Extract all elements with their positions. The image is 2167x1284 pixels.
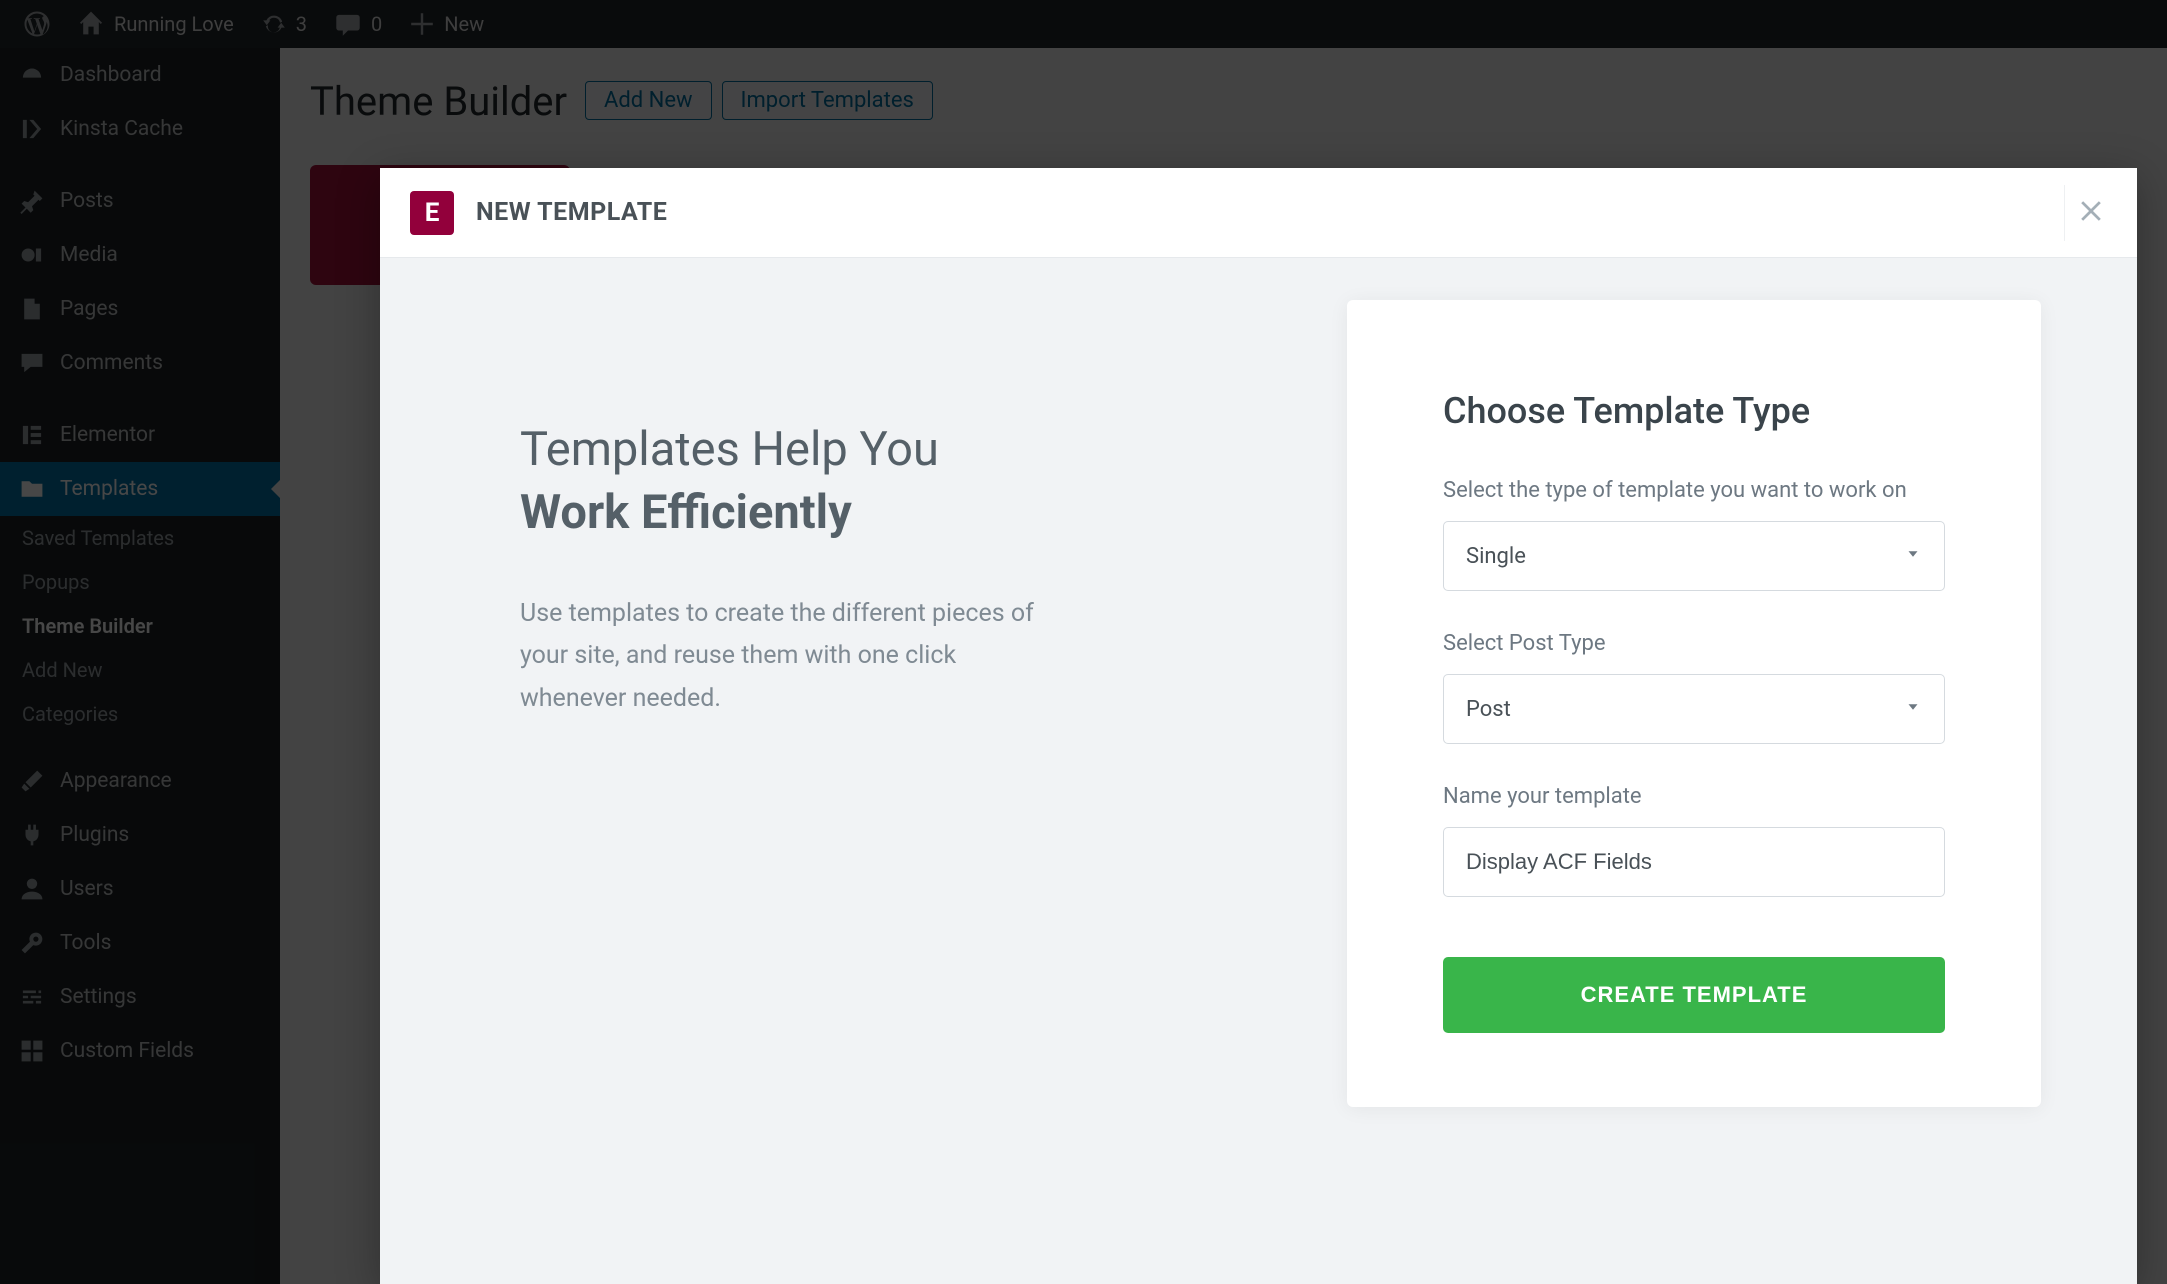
template-name-label: Name your template xyxy=(1443,784,1945,809)
intro-paragraph: Use templates to create the different pi… xyxy=(520,593,1040,721)
create-template-button[interactable]: CREATE TEMPLATE xyxy=(1443,957,1945,1033)
card-title: Choose Template Type xyxy=(1443,390,1945,432)
template-type-value: Single xyxy=(1466,544,1526,569)
template-type-select[interactable]: Single xyxy=(1443,521,1945,591)
elementor-logo-icon: E xyxy=(410,191,454,235)
post-type-label: Select Post Type xyxy=(1443,631,1945,656)
modal-close-button[interactable] xyxy=(2064,185,2117,241)
template-form-card: Choose Template Type Select the type of … xyxy=(1347,300,2041,1107)
close-icon xyxy=(2077,197,2105,225)
chevron-down-icon xyxy=(1904,697,1922,722)
modal-title: NEW TEMPLATE xyxy=(476,198,667,227)
intro-heading-line1: Templates Help You xyxy=(520,422,939,477)
modal-intro: Templates Help You Work Efficiently Use … xyxy=(380,258,1347,1284)
template-name-input[interactable] xyxy=(1466,849,1922,875)
intro-heading: Templates Help You Work Efficiently xyxy=(520,418,1237,545)
template-type-label: Select the type of template you want to … xyxy=(1443,478,1945,503)
template-name-input-wrap xyxy=(1443,827,1945,897)
chevron-down-icon xyxy=(1904,544,1922,569)
new-template-modal: E NEW TEMPLATE Templates Help You Work E… xyxy=(380,168,2137,1284)
modal-form-col: Choose Template Type Select the type of … xyxy=(1347,258,2137,1284)
modal-body: Templates Help You Work Efficiently Use … xyxy=(380,258,2137,1284)
modal-header: E NEW TEMPLATE xyxy=(380,168,2137,258)
intro-heading-line2: Work Efficiently xyxy=(520,481,1237,544)
post-type-value: Post xyxy=(1466,697,1511,722)
post-type-select[interactable]: Post xyxy=(1443,674,1945,744)
